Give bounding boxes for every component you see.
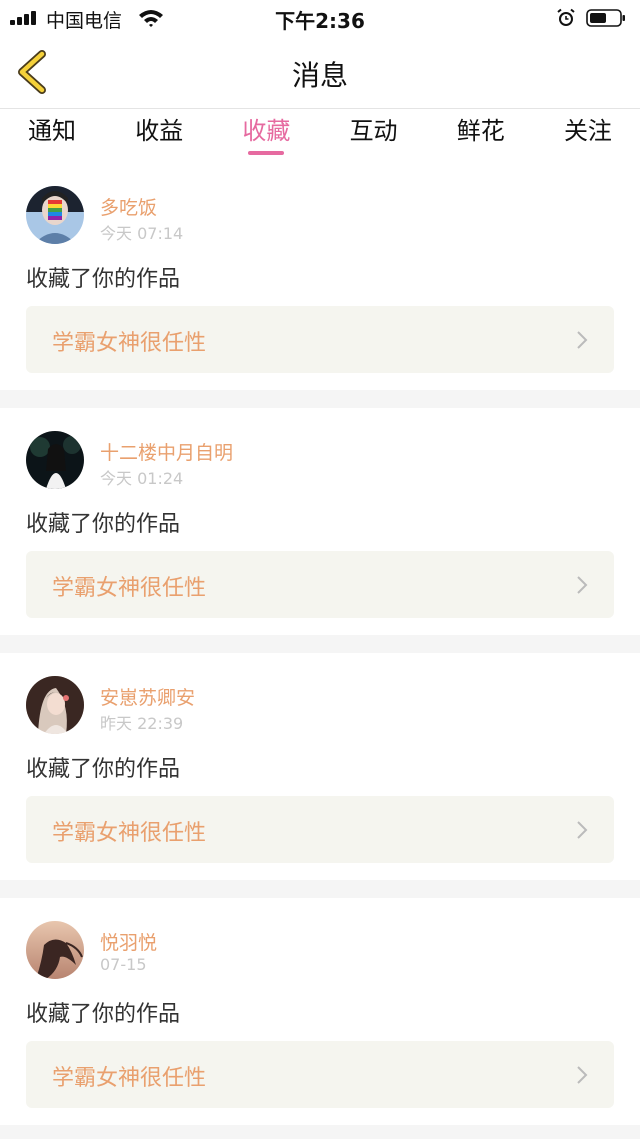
messages-page: 中国电信 下午2:36 消息 通知 收益 收藏 互动 鲜花 关注 多吃饭 今天 … (0, 0, 640, 1139)
avatar[interactable] (26, 431, 84, 489)
work-title: 学霸女神很任性 (52, 576, 207, 601)
user-name[interactable]: 悦羽悦 (100, 928, 157, 955)
battery-icon (586, 9, 625, 27)
user-name[interactable]: 十二楼中月自明 (100, 438, 233, 465)
avatar[interactable] (26, 676, 84, 734)
chevron-right-icon (577, 1066, 588, 1084)
work-title: 学霸女神很任性 (52, 821, 207, 846)
action-text: 收藏了你的作品 (26, 267, 181, 292)
avatar[interactable] (26, 921, 84, 979)
message-card: 十二楼中月自明 今天 01:24 收藏了你的作品 学霸女神很任性 (0, 408, 640, 635)
avatar-image (26, 676, 84, 734)
chevron-right-icon (577, 576, 588, 594)
message-list: 多吃饭 今天 07:14 收藏了你的作品 学霸女神很任性 十二楼中月自明 今天 … (0, 163, 640, 1139)
tab-flowers[interactable]: 鲜花 (457, 109, 505, 163)
work-link[interactable]: 学霸女神很任性 (26, 551, 614, 618)
avatar-image (26, 431, 84, 489)
work-link[interactable]: 学霸女神很任性 (26, 306, 614, 373)
work-link[interactable]: 学霸女神很任性 (26, 796, 614, 863)
status-bar: 中国电信 下午2:36 (0, 0, 640, 36)
message-time: 今天 07:14 (100, 224, 184, 243)
user-name[interactable]: 多吃饭 (100, 193, 157, 220)
action-text: 收藏了你的作品 (26, 512, 181, 537)
alarm-icon (557, 8, 575, 26)
work-link[interactable]: 学霸女神很任性 (26, 1041, 614, 1108)
message-time: 07-15 (100, 955, 147, 974)
tab-notifications[interactable]: 通知 (28, 109, 76, 163)
tab-favorites[interactable]: 收藏 (242, 109, 290, 163)
tab-bar: 通知 收益 收藏 互动 鲜花 关注 (0, 109, 640, 163)
nav-bar: 消息 (0, 36, 640, 109)
action-text: 收藏了你的作品 (26, 757, 181, 782)
message-time: 今天 01:24 (100, 469, 184, 488)
work-title: 学霸女神很任性 (52, 331, 207, 356)
chevron-right-icon (577, 821, 588, 839)
message-card: 安崽苏卿安 昨天 22:39 收藏了你的作品 学霸女神很任性 (0, 653, 640, 880)
message-time: 昨天 22:39 (100, 714, 184, 733)
tab-follows[interactable]: 关注 (564, 109, 612, 163)
avatar-image (26, 921, 84, 979)
chevron-right-icon (577, 331, 588, 349)
avatar[interactable] (26, 186, 84, 244)
tab-interactions[interactable]: 互动 (350, 109, 398, 163)
action-text: 收藏了你的作品 (26, 1002, 181, 1027)
status-time: 下午2:36 (275, 9, 365, 33)
message-card: 多吃饭 今天 07:14 收藏了你的作品 学霸女神很任性 (0, 163, 640, 390)
user-name[interactable]: 安崽苏卿安 (100, 683, 195, 710)
work-title: 学霸女神很任性 (52, 1066, 207, 1091)
tab-earnings[interactable]: 收益 (135, 109, 183, 163)
page-title: 消息 (291, 59, 348, 92)
avatar-image (26, 186, 84, 244)
message-card: 悦羽悦 07-15 收藏了你的作品 学霸女神很任性 (0, 898, 640, 1125)
